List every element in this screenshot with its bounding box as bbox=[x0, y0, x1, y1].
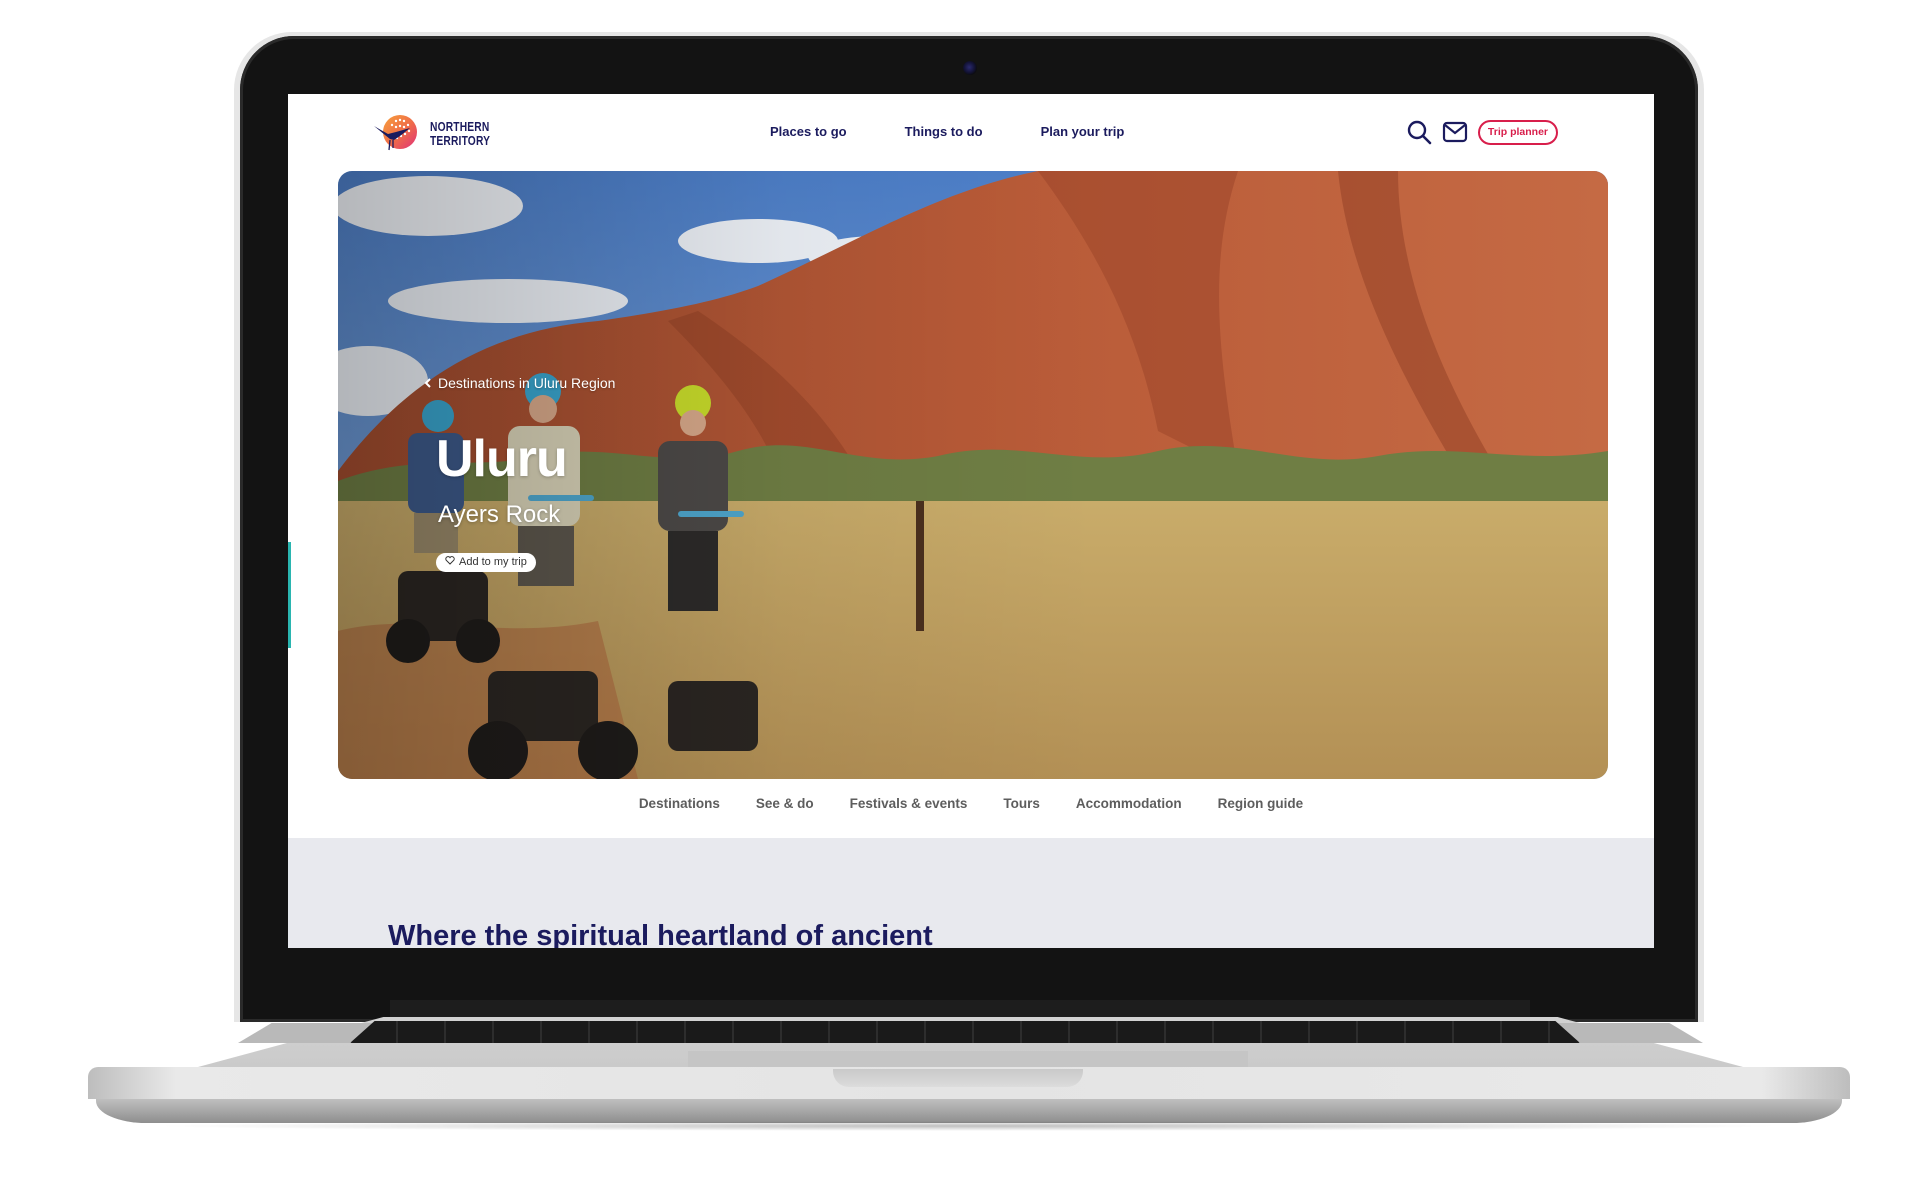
breadcrumb-label: Destinations in Uluru Region bbox=[438, 375, 616, 391]
mail-icon[interactable] bbox=[1442, 119, 1468, 145]
tab-destinations[interactable]: Destinations bbox=[639, 796, 720, 811]
tab-region-guide[interactable]: Region guide bbox=[1218, 796, 1304, 811]
nav-things-to-do[interactable]: Things to do bbox=[905, 124, 983, 139]
laptop-bottom bbox=[96, 1099, 1842, 1123]
tab-tours[interactable]: Tours bbox=[1003, 796, 1040, 811]
nav-plan-your-trip[interactable]: Plan your trip bbox=[1041, 124, 1125, 139]
trackpad bbox=[688, 1051, 1248, 1067]
tab-accommodation[interactable]: Accommodation bbox=[1076, 796, 1182, 811]
feedback-tab[interactable] bbox=[288, 542, 291, 648]
laptop-base bbox=[88, 1017, 1850, 1131]
chevron-left-icon bbox=[424, 375, 432, 391]
breadcrumb-back-link[interactable]: Destinations in Uluru Region bbox=[424, 375, 615, 391]
site-header: NORTHERN TERRITORY Places to go Things t… bbox=[288, 94, 1654, 172]
bird-logo-icon bbox=[370, 112, 426, 156]
header-tools: Trip planner bbox=[1406, 119, 1558, 145]
trip-planner-button[interactable]: Trip planner bbox=[1477, 119, 1558, 145]
brand-line-2: TERRITORY bbox=[430, 134, 491, 148]
browser-viewport: NORTHERN TERRITORY Places to go Things t… bbox=[288, 94, 1654, 948]
brand-line-1: NORTHERN bbox=[430, 120, 490, 134]
page-subtitle: Ayers Rock bbox=[438, 501, 561, 528]
laptop-hinge bbox=[390, 1000, 1530, 1018]
brand-wordmark: NORTHERN TERRITORY bbox=[430, 120, 490, 148]
webcam-icon bbox=[963, 61, 977, 75]
hero-banner: Destinations in Uluru Region Uluru Ayers… bbox=[338, 171, 1608, 779]
keyboard bbox=[350, 1021, 1580, 1043]
nav-places-to-go[interactable]: Places to go bbox=[770, 124, 847, 139]
tab-festivals-events[interactable]: Festivals & events bbox=[850, 796, 968, 811]
lid-opening-notch bbox=[833, 1069, 1083, 1087]
intro-section: Where the spiritual heartland of ancient bbox=[288, 838, 1654, 948]
laptop-mockup: NORTHERN TERRITORY Places to go Things t… bbox=[0, 0, 1920, 1185]
main-nav: Places to go Things to do Plan your trip bbox=[770, 124, 1182, 139]
brand-logo[interactable]: NORTHERN TERRITORY bbox=[370, 112, 503, 156]
page-title: Uluru bbox=[436, 430, 568, 488]
intro-heading: Where the spiritual heartland of ancient bbox=[388, 920, 933, 948]
add-to-trip-label: Add to my trip bbox=[459, 556, 527, 568]
region-sub-nav: Destinations See & do Festivals & events… bbox=[288, 796, 1654, 811]
laptop-shadow bbox=[148, 1121, 1788, 1131]
search-icon[interactable] bbox=[1406, 119, 1432, 145]
tab-see-and-do[interactable]: See & do bbox=[756, 796, 814, 811]
add-to-trip-button[interactable]: Add to my trip bbox=[436, 553, 536, 572]
heart-icon bbox=[445, 556, 455, 568]
